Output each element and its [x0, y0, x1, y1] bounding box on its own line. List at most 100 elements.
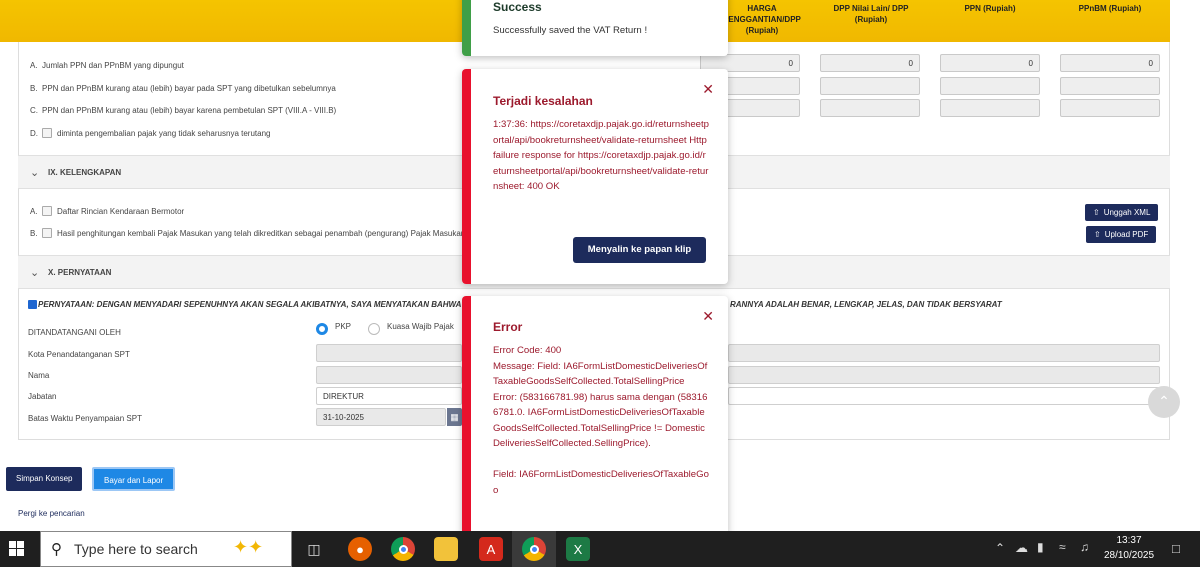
success-title: Success — [493, 0, 542, 14]
error-stripe — [462, 69, 471, 284]
upload-pdf-button[interactable]: ⇧ Upload PDF — [1086, 226, 1157, 243]
jabatan-input[interactable]: DIREKTUR — [316, 387, 462, 405]
error-1-title: Terjadi kesalahan — [493, 94, 593, 108]
col-header-ppnbm: PPnBM (Rupiah) — [1078, 4, 1142, 13]
taskbar-search-placeholder: Type here to search — [74, 541, 198, 557]
row-b-ppn-input[interactable] — [940, 77, 1040, 95]
batas-date-field[interactable]: 31-10-2025 — [316, 408, 446, 426]
ix-b-checkbox[interactable] — [42, 228, 52, 238]
row-c-ppn-input[interactable] — [940, 99, 1040, 117]
ix-b-letter: B. — [30, 229, 38, 238]
file-explorer-icon[interactable] — [434, 537, 458, 561]
firefox-icon[interactable]: ● — [348, 537, 372, 561]
error-toast-1: Terjadi kesalahan ✕ 1:37:36: https://cor… — [462, 69, 728, 284]
close-icon[interactable]: ✕ — [702, 308, 714, 325]
col-header-dpp-lain: DPP Nilai Lain/ DPP (Rupiah) — [833, 4, 909, 24]
simpan-konsep-button[interactable]: Simpan Konsep — [6, 467, 83, 491]
pergi-pencarian-link[interactable]: Pergi ke pencarian — [18, 509, 85, 518]
notification-icon[interactable]: □ — [1172, 541, 1180, 556]
scroll-top-button[interactable]: ⌃ — [1148, 386, 1180, 418]
ix-a-label: Daftar Rincian Kendaraan Bermotor — [57, 207, 185, 216]
statement-text-right: RANNYA ADALAH BENAR, LENGKAP, JELAS, DAN… — [730, 300, 1002, 309]
error-toast-2: Error ✕ Error Code: 400 Message: Field: … — [462, 296, 728, 536]
batas-label: Batas Waktu Penyampaian SPT — [28, 414, 142, 423]
radio-pkp-label: PKP — [335, 322, 352, 331]
upload-icon: ⇧ — [1094, 230, 1101, 239]
error-2-line: Error: (583166781.98) harus sama dengan … — [493, 391, 708, 450]
radio-kuasa[interactable] — [368, 323, 380, 335]
error-1-body: 1:37:36: https://coretaxdjp.pajak.go.id/… — [493, 119, 709, 192]
sparkle-icon: ✦✦ — [233, 537, 264, 557]
row-d-label: diminta pengembalian pajak yang tidak se… — [57, 129, 271, 138]
row-b-ppnbm-input[interactable] — [1060, 77, 1160, 95]
tray-chevron-icon[interactable]: ⌃ — [995, 541, 1005, 555]
error-2-line: Message: Field: IA6FormListDomesticDeliv… — [493, 360, 708, 388]
success-stripe — [462, 0, 471, 56]
ix-b-label: Hasil penghitungan kembali Pajak Masukan… — [57, 229, 466, 238]
col-header-harga: HARGA PENGGANTIAN/DPP (Rupiah) — [723, 4, 801, 35]
nama-label: Nama — [28, 371, 50, 380]
chevron-down-icon: ⌄ — [30, 267, 40, 279]
row-d-letter: D. — [30, 129, 38, 138]
kota-field[interactable] — [316, 344, 462, 362]
taskbar-search-box[interactable]: ⚲ Type here to search ✦✦ — [40, 531, 292, 567]
chrome-icon[interactable] — [391, 537, 415, 561]
upload-xml-button[interactable]: ⇧ Unggah XML — [1085, 204, 1159, 221]
error-2-title: Error — [493, 320, 523, 334]
chrome-profile-icon[interactable] — [522, 537, 546, 561]
row-a-label: Jumlah PPN dan PPnBM yang dipungut — [42, 61, 184, 70]
calendar-icon[interactable]: ▦ — [447, 408, 462, 426]
row-c-label: PPN dan PPnBM kurang atau (lebih) bayar … — [42, 106, 337, 115]
row-a-letter: A. — [30, 61, 38, 70]
battery-icon[interactable]: ▮ — [1037, 540, 1044, 554]
row-b-letter: B. — [30, 84, 38, 93]
excel-icon[interactable]: X — [566, 537, 590, 561]
windows-taskbar: ⚲ Type here to search ✦✦ ◫ ● A X ⌃ ☁ ▮ ≈… — [0, 531, 1200, 567]
row-b-label: PPN dan PPnBM kurang atau (lebih) bayar … — [42, 84, 336, 93]
row-a-ppnbm-input[interactable]: 0 — [1060, 54, 1160, 72]
radio-pkp[interactable] — [316, 323, 328, 335]
radio-kuasa-label: Kuasa Wajib Pajak — [387, 322, 454, 331]
ix-a-checkbox[interactable] — [42, 206, 52, 216]
row-d-checkbox[interactable] — [42, 128, 52, 138]
acrobat-icon[interactable]: A — [479, 537, 503, 561]
section-ix-title: IX. KELENGKAPAN — [48, 168, 122, 177]
error-2-line: Field: IA6FormListDomesticDeliveriesOfTa… — [493, 469, 709, 496]
search-icon: ⚲ — [51, 541, 62, 558]
section-x-title: X. PERNYATAAN — [48, 268, 112, 277]
row-c-dpp-input[interactable] — [820, 99, 920, 117]
volume-icon[interactable]: ♫ — [1080, 540, 1089, 554]
signed-by-label: DITANDATANGANI OLEH — [28, 328, 121, 337]
row-b-dpp-input[interactable] — [820, 77, 920, 95]
ix-a-letter: A. — [30, 207, 38, 216]
copy-clipboard-button[interactable]: Menyalin ke papan klip — [573, 237, 706, 263]
clock-time[interactable]: 13:37 — [1104, 535, 1154, 546]
error-2-line: Error Code: 400 — [493, 345, 562, 356]
kota-label: Kota Penandatanganan SPT — [28, 350, 130, 359]
task-view-icon[interactable]: ◫ — [302, 537, 326, 561]
row-c-letter: C. — [30, 106, 38, 115]
nama-field[interactable] — [316, 366, 462, 384]
windows-icon[interactable] — [9, 541, 25, 557]
row-a-dpp-input[interactable]: 0 — [820, 54, 920, 72]
clock-date[interactable]: 28/10/2025 — [1100, 550, 1158, 561]
jabatan-label: Jabatan — [28, 392, 57, 401]
upload-icon: ⇧ — [1093, 208, 1100, 217]
statement-text-left: PERNYATAAN: DENGAN MENYADARI SEPENUHNYA … — [38, 300, 480, 309]
error-2-line — [493, 452, 711, 468]
cloud-icon[interactable]: ☁ — [1015, 540, 1028, 556]
nama-field-extended[interactable] — [728, 366, 1160, 384]
kota-field-extended[interactable] — [728, 344, 1160, 362]
error-2-body: Error Code: 400 Message: Field: IA6FormL… — [493, 343, 711, 498]
row-c-ppnbm-input[interactable] — [1060, 99, 1160, 117]
close-icon[interactable]: ✕ — [702, 81, 714, 98]
row-a-ppn-input[interactable]: 0 — [940, 54, 1040, 72]
col-header-ppn: PPN (Rupiah) — [964, 4, 1016, 13]
success-message: Successfully saved the VAT Return ! — [493, 25, 648, 36]
jabatan-input-extended[interactable] — [728, 387, 1160, 405]
statement-checkbox[interactable] — [28, 300, 37, 309]
bayar-lapor-button[interactable]: Bayar dan Lapor — [92, 467, 176, 491]
chevron-down-icon: ⌄ — [30, 167, 40, 179]
wifi-icon[interactable]: ≈ — [1059, 540, 1066, 554]
error-stripe — [462, 296, 471, 536]
